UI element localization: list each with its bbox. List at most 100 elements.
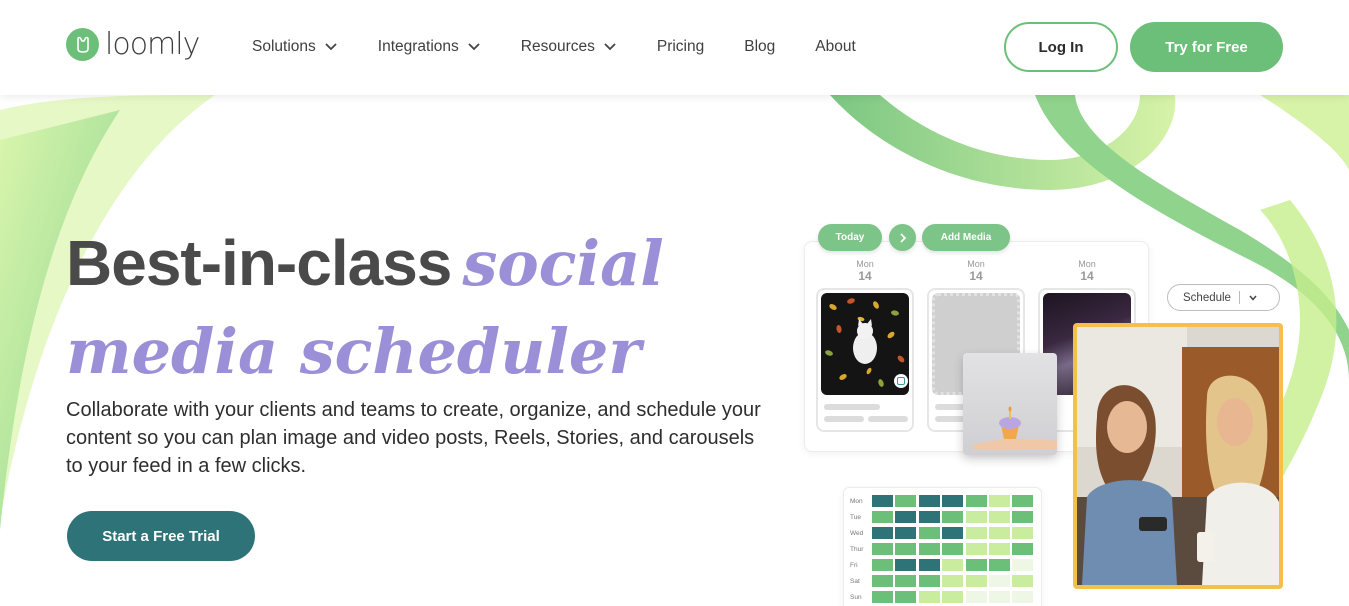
nav-pricing[interactable]: Pricing <box>657 38 704 56</box>
logo[interactable]: loomly <box>66 27 200 62</box>
schedule-dropdown[interactable]: Schedule <box>1167 284 1280 311</box>
heatmap-cell <box>988 527 1010 539</box>
heatmap-cell <box>872 511 893 523</box>
add-media-button[interactable]: Add Media <box>922 224 1010 251</box>
heatmap-cell <box>988 559 1010 571</box>
hero-title-plain: Best-in-class <box>66 227 452 299</box>
heatmap-row: Sun <box>850 591 1036 603</box>
heatmap-cell <box>872 495 893 507</box>
today-button[interactable]: Today <box>818 224 882 251</box>
heatmap-cell <box>988 575 1010 587</box>
heatmap-cell <box>965 511 987 523</box>
heatmap-cell <box>965 591 987 603</box>
day-header: Mon 14 <box>1067 259 1107 283</box>
heatmap-cell <box>942 543 964 555</box>
chevron-right-icon <box>899 232 906 243</box>
heatmap-row: Thur <box>850 543 1036 555</box>
heatmap-cell <box>1012 543 1034 555</box>
heatmap-cell <box>895 495 917 507</box>
nav-resources[interactable]: Resources <box>521 38 617 56</box>
next-button[interactable] <box>889 224 916 251</box>
heatmap-cell <box>895 591 917 603</box>
heatmap-row-label: Thur <box>850 545 864 553</box>
heatmap-cell <box>918 575 940 587</box>
heatmap-cell <box>988 495 1010 507</box>
heatmap-cell <box>965 543 987 555</box>
heatmap-cell <box>965 527 987 539</box>
heatmap-cell <box>1012 511 1034 523</box>
nav-label: Pricing <box>656 38 705 55</box>
heatmap-cell <box>942 591 964 603</box>
divider <box>1238 291 1240 304</box>
nav-label: Solutions <box>252 38 316 55</box>
heatmap-cell <box>918 559 940 571</box>
skeleton-line <box>868 416 908 422</box>
heatmap-cell <box>1012 591 1034 603</box>
heatmap-cell <box>872 543 893 555</box>
heatmap-cell <box>895 559 917 571</box>
heatmap-row-label: Sun <box>850 593 862 601</box>
day-name: Mon <box>1078 259 1096 269</box>
start-free-trial-button[interactable]: Start a Free Trial <box>67 511 255 561</box>
heatmap-cell <box>988 543 1010 555</box>
posting-heatmap: Mon Tue Wed Thur Fri Sat Sun <box>843 487 1042 606</box>
heatmap-cell <box>872 527 893 539</box>
day-header: Mon 14 <box>956 259 996 283</box>
scheduled-post-card[interactable] <box>816 288 914 432</box>
heatmap-cell <box>895 511 917 523</box>
heatmap-cell <box>895 543 917 555</box>
nav-blog[interactable]: Blog <box>744 38 775 56</box>
heatmap-row: Fri <box>850 559 1036 571</box>
heatmap-cell <box>918 495 940 507</box>
day-header: Mon 14 <box>845 259 885 283</box>
chevron-down-icon <box>325 43 337 51</box>
nav-label: Integrations <box>377 38 459 55</box>
site-header: loomly Solutions Integrations Resources … <box>0 0 1349 95</box>
nav-integrations[interactable]: Integrations <box>378 38 481 56</box>
day-number: 14 <box>969 269 983 283</box>
heatmap-cell <box>918 591 940 603</box>
nav-solutions[interactable]: Solutions <box>252 38 338 56</box>
skeleton-line <box>824 404 880 410</box>
skeleton-line <box>824 416 864 422</box>
day-name: Mon <box>967 259 985 269</box>
heatmap-cell <box>942 527 964 539</box>
heatmap-row-label: Fri <box>850 561 858 569</box>
heatmap-row-label: Sat <box>850 577 860 585</box>
loomly-logo-icon <box>66 28 99 61</box>
heatmap-cell <box>895 527 917 539</box>
heatmap-row-label: Wed <box>850 529 864 537</box>
heatmap-cell <box>942 559 964 571</box>
chevron-down-icon <box>604 43 616 51</box>
heatmap-cell <box>942 511 964 523</box>
nav-about[interactable]: About <box>815 38 856 56</box>
heatmap-cell <box>918 511 940 523</box>
schedule-label: Schedule <box>1183 291 1231 304</box>
heatmap-row: Mon <box>850 495 1036 507</box>
heatmap-cell <box>918 527 940 539</box>
heatmap-cell <box>965 559 987 571</box>
heatmap-cell <box>965 575 987 587</box>
heatmap-cell <box>988 591 1010 603</box>
hero-title-accent-2: media scheduler <box>66 315 641 388</box>
featured-photo <box>1073 323 1283 589</box>
heatmap-cell <box>918 543 940 555</box>
heatmap-cell <box>872 559 893 571</box>
day-number: 14 <box>858 269 872 283</box>
hero-title-accent-1: social <box>462 227 664 300</box>
day-name: Mon <box>856 259 874 269</box>
instagram-icon <box>894 374 908 388</box>
chevron-down-icon <box>1249 295 1257 301</box>
try-for-free-button[interactable]: Try for Free <box>1130 22 1283 72</box>
heatmap-cell <box>895 575 917 587</box>
heatmap-cell <box>1012 495 1034 507</box>
logo-text: loomly <box>105 27 200 62</box>
heatmap-row: Sat <box>850 575 1036 587</box>
chevron-down-icon <box>468 43 480 51</box>
heatmap-cell <box>988 511 1010 523</box>
heatmap-cell <box>942 575 964 587</box>
heatmap-cell <box>872 591 893 603</box>
heatmap-row-label: Tue <box>850 513 861 521</box>
login-button[interactable]: Log In <box>1004 22 1118 72</box>
heatmap-cell <box>965 495 987 507</box>
